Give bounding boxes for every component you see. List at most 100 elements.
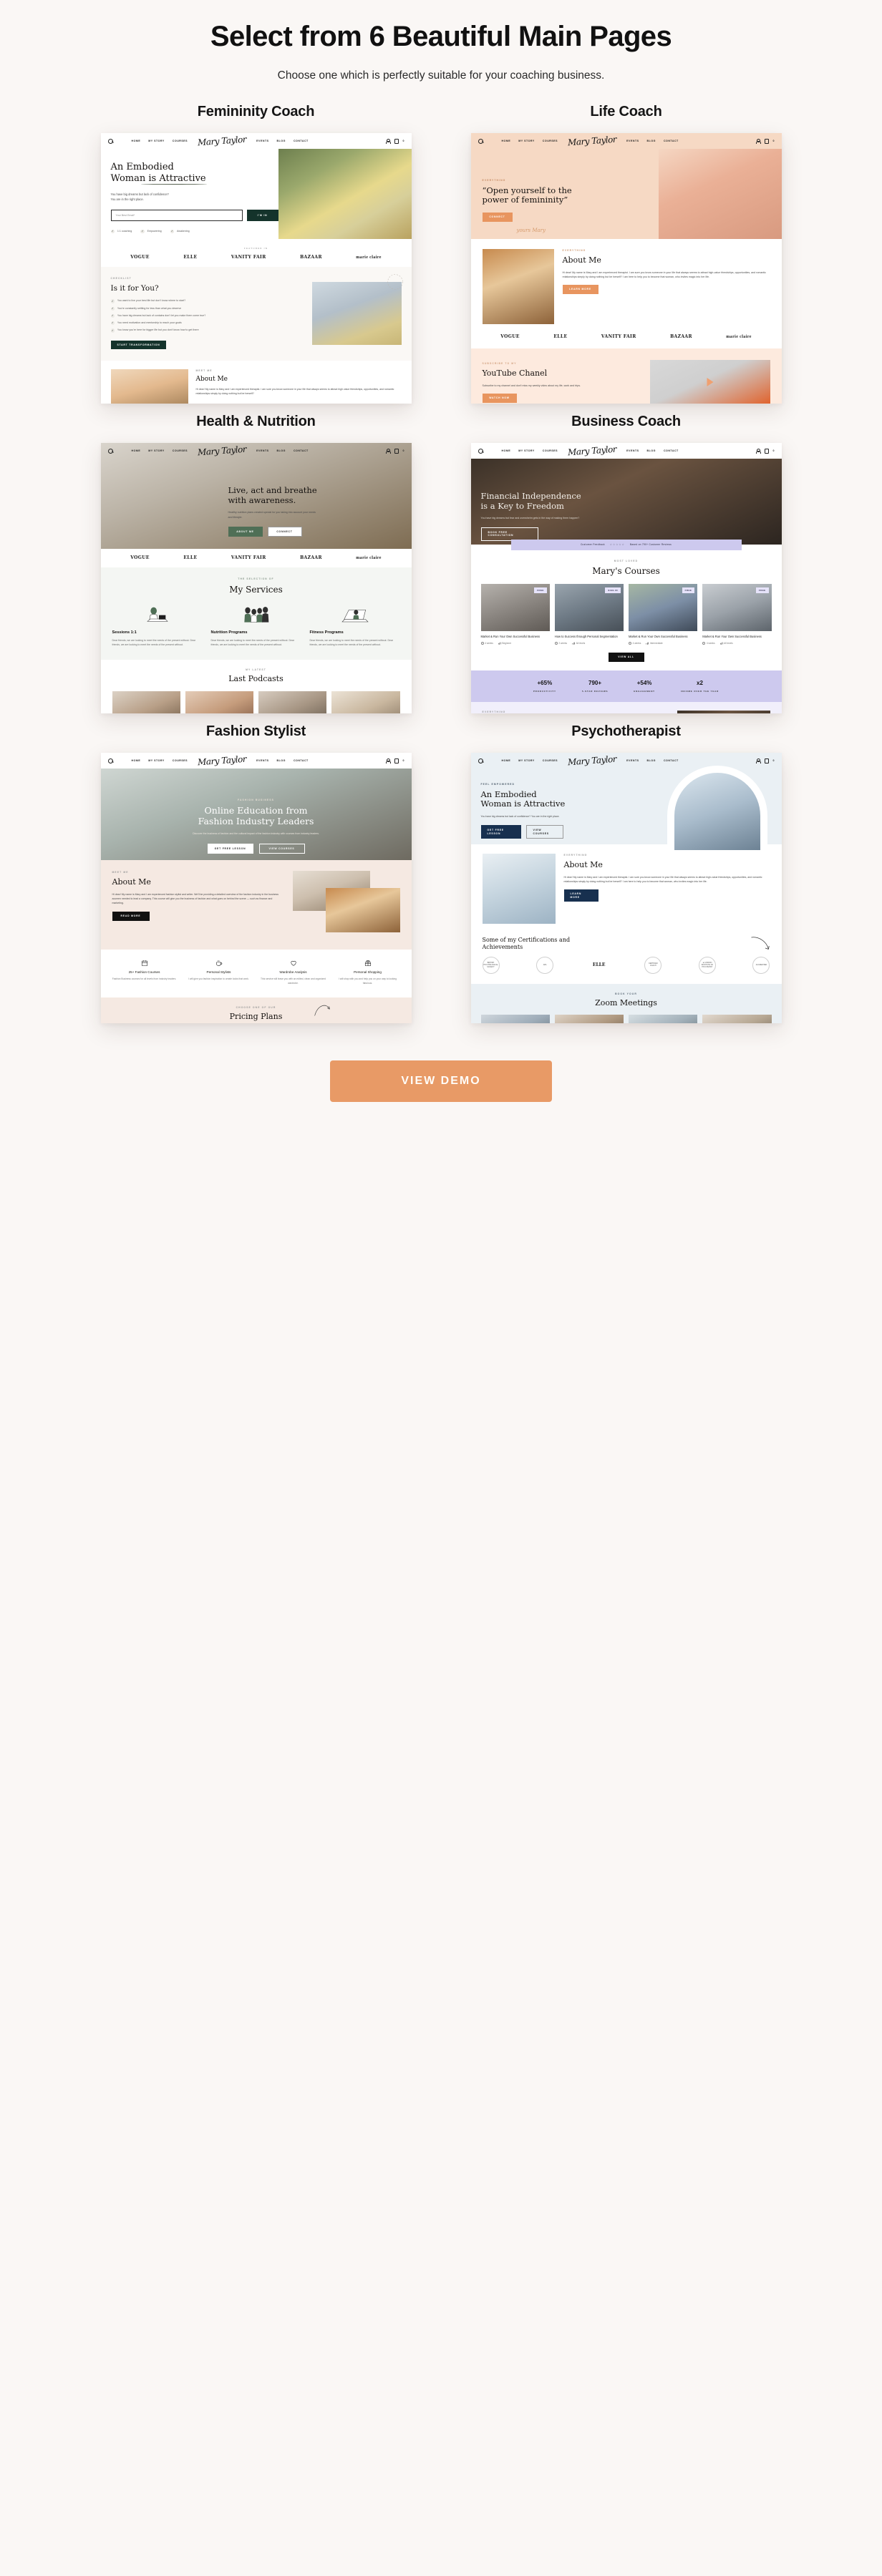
course-card[interactable]: FREE Market & Run Your Own Successful Bu… — [480, 583, 550, 645]
bag-icon[interactable] — [764, 448, 769, 454]
start-transformation-button[interactable]: START TRANSFORMATION — [110, 340, 167, 350]
search-icon[interactable] — [107, 758, 113, 763]
nav-item-home[interactable]: HOME — [132, 140, 141, 143]
nav-item-contact[interactable]: CONTACT — [294, 140, 309, 143]
course-card[interactable]: FREE Market & Run Your Own Successful Bu… — [629, 583, 698, 645]
book-consultation-button[interactable]: BOOK FREE CONSULTATION — [480, 527, 538, 541]
demo-preview-psychotherapist[interactable]: HOME MY STORY COURSES Mary Taylor EVENTS… — [470, 753, 782, 1024]
zoom-thumbnail[interactable] — [554, 1014, 624, 1024]
search-icon[interactable] — [107, 448, 113, 454]
person-icon[interactable] — [385, 138, 392, 144]
nav-item-home[interactable]: HOME — [132, 759, 141, 763]
podcast-thumbnail[interactable] — [331, 691, 400, 714]
nav-item-courses[interactable]: COURSES — [543, 449, 558, 453]
demo-preview-life-coach[interactable]: HOME MY STORY COURSES Mary Taylor EVENTS… — [470, 133, 782, 404]
nav-item-events[interactable]: EVENTS — [256, 759, 268, 763]
nav-item-blog[interactable]: BLOG — [277, 140, 286, 143]
site-logo[interactable]: Mary Taylor — [568, 753, 617, 769]
course-card[interactable]: $199.00 How to Success through Personal … — [554, 583, 624, 645]
person-icon[interactable] — [755, 138, 762, 144]
search-icon[interactable] — [478, 138, 483, 144]
nav-item-my-story[interactable]: MY STORY — [518, 140, 535, 143]
hero-wrap: HOME MY STORY COURSES Mary Taylor EVENTS… — [470, 753, 782, 851]
nav-item-my-story[interactable]: MY STORY — [518, 759, 535, 763]
demo-preview-femininity-coach[interactable]: HOME MY STORY COURSES Mary Taylor EVENTS… — [100, 133, 412, 404]
site-logo[interactable]: Mary Taylor — [198, 753, 247, 769]
about-me-button[interactable]: ABOUT ME — [228, 526, 263, 537]
service-name: Nutrition Programs — [210, 630, 248, 635]
nav-item-contact[interactable]: CONTACT — [664, 449, 679, 453]
learn-more-button[interactable]: LEARN MORE — [563, 889, 598, 902]
bag-icon[interactable] — [394, 138, 399, 144]
nav-utility: 0 — [385, 758, 404, 763]
read-more-button[interactable]: READ MORE — [112, 912, 150, 921]
site-logo[interactable]: Mary Taylor — [198, 134, 247, 149]
nav-item-blog[interactable]: BLOG — [647, 759, 656, 763]
nav-item-home[interactable]: HOME — [502, 140, 511, 143]
nav-item-courses[interactable]: COURSES — [173, 449, 188, 453]
nav-item-events[interactable]: EVENTS — [626, 140, 639, 143]
zoom-thumbnail[interactable] — [702, 1014, 772, 1024]
nav-item-my-story[interactable]: MY STORY — [518, 449, 535, 453]
connect-button[interactable]: CONNECT — [482, 212, 513, 222]
nav-item-blog[interactable]: BLOG — [647, 140, 656, 143]
get-free-lesson-button[interactable]: GET FREE LESSON — [207, 843, 253, 854]
view-courses-button[interactable]: VIEW COURSES — [258, 843, 305, 854]
zoom-thumbnail[interactable] — [480, 1014, 550, 1024]
nav-item-courses[interactable]: COURSES — [543, 140, 558, 143]
learn-more-button[interactable]: LEARN MORE — [562, 285, 598, 294]
person-icon[interactable] — [385, 758, 392, 763]
nav-item-events[interactable]: EVENTS — [626, 449, 639, 453]
bag-icon[interactable] — [394, 448, 399, 454]
nav-item-contact[interactable]: CONTACT — [664, 759, 679, 763]
nav-item-courses[interactable]: COURSES — [173, 140, 188, 143]
nav-item-home[interactable]: HOME — [502, 759, 511, 763]
person-icon[interactable] — [385, 448, 392, 454]
view-courses-button[interactable]: VIEW COURSES — [525, 825, 563, 839]
demo-preview-fashion-stylist[interactable]: HOME MY STORY COURSES Mary Taylor EVENTS… — [100, 753, 412, 1024]
site-logo[interactable]: Mary Taylor — [568, 134, 617, 149]
nav-item-home[interactable]: HOME — [132, 449, 141, 453]
nav-item-blog[interactable]: BLOG — [647, 449, 656, 453]
site-logo[interactable]: Mary Taylor — [568, 444, 617, 459]
podcast-thumbnail[interactable] — [185, 691, 253, 714]
nav-item-events[interactable]: EVENTS — [626, 759, 639, 763]
podcast-thumbnail[interactable] — [112, 691, 180, 714]
subscribe-button[interactable]: I'M IN — [246, 210, 278, 221]
nav-item-home[interactable]: HOME — [502, 449, 511, 453]
nav-item-my-story[interactable]: MY STORY — [148, 140, 165, 143]
watch-now-button[interactable]: WATCH NOW — [482, 393, 517, 403]
search-icon[interactable] — [107, 138, 113, 144]
youtube-thumbnail[interactable] — [649, 360, 770, 404]
search-icon[interactable] — [478, 758, 483, 763]
course-card[interactable]: FREE Market & Run Your Own Successful Bu… — [702, 583, 772, 645]
view-demo-button[interactable]: VIEW DEMO — [330, 1060, 552, 1103]
bag-icon[interactable] — [394, 758, 399, 763]
nav-item-my-story[interactable]: MY STORY — [148, 449, 165, 453]
bag-icon[interactable] — [764, 138, 769, 144]
person-icon[interactable] — [755, 758, 762, 763]
search-icon[interactable] — [478, 448, 483, 454]
demo-preview-business-coach[interactable]: HOME MY STORY COURSES Mary Taylor EVENTS… — [470, 443, 782, 714]
nav-item-courses[interactable]: COURSES — [173, 759, 188, 763]
connect-button[interactable]: CONNECT — [267, 526, 302, 537]
site-logo[interactable]: Mary Taylor — [198, 444, 247, 459]
nav-item-events[interactable]: EVENTS — [256, 140, 268, 143]
email-input[interactable]: Your Best Email* — [110, 210, 243, 221]
zoom-thumbnail[interactable] — [629, 1014, 698, 1024]
about-eyebrow: EVERYTHING — [563, 854, 588, 857]
nav-item-courses[interactable]: COURSES — [543, 759, 558, 763]
bag-icon[interactable] — [764, 758, 769, 763]
nav-item-events[interactable]: EVENTS — [256, 449, 268, 453]
nav-item-contact[interactable]: CONTACT — [294, 759, 309, 763]
nav-item-contact[interactable]: CONTACT — [664, 140, 679, 143]
nav-item-blog[interactable]: BLOG — [277, 759, 286, 763]
demo-preview-health-nutrition[interactable]: HOME MY STORY COURSES Mary Taylor EVENTS… — [100, 443, 412, 714]
get-free-lesson-button[interactable]: GET FREE LESSON — [480, 825, 521, 839]
podcast-thumbnail[interactable] — [258, 691, 327, 714]
nav-item-my-story[interactable]: MY STORY — [148, 759, 165, 763]
person-icon[interactable] — [755, 448, 762, 454]
nav-item-blog[interactable]: BLOG — [277, 449, 286, 453]
view-all-button[interactable]: VIEW ALL — [608, 653, 644, 662]
nav-item-contact[interactable]: CONTACT — [294, 449, 309, 453]
